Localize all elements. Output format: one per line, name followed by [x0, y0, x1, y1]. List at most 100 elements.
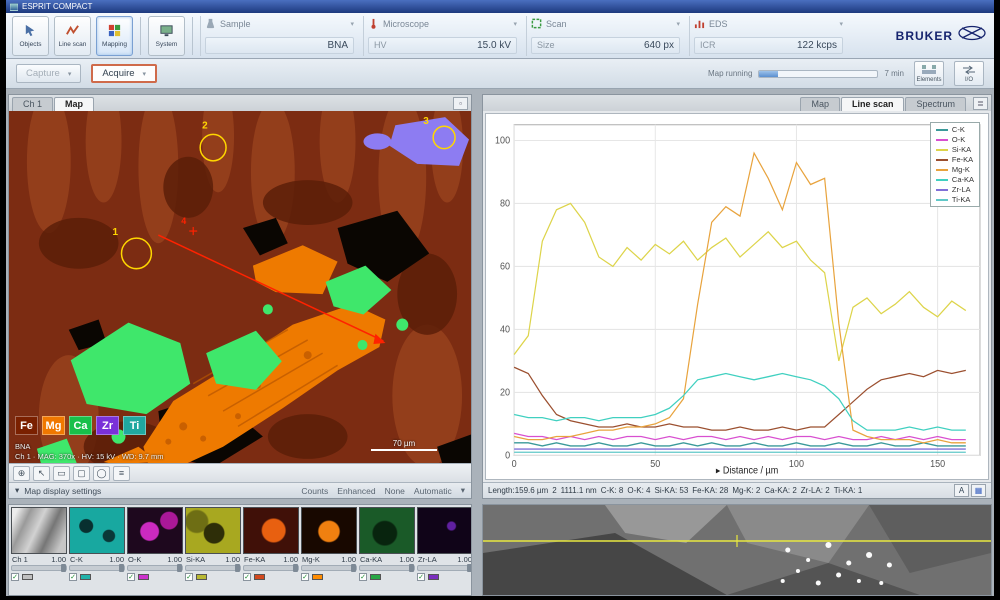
opacity-slider-mg[interactable] [301, 565, 357, 571]
svg-text:100: 100 [495, 135, 510, 145]
tab-map[interactable]: Map [54, 97, 94, 111]
visibility-checkbox-ca[interactable]: ✓ [359, 573, 367, 581]
color-swatch-mg[interactable] [312, 574, 323, 580]
color-swatch-ck[interactable] [80, 574, 91, 580]
legend-chip-ti[interactable]: Ti [123, 416, 146, 435]
tab-line-scan[interactable]: Line scan [841, 97, 905, 111]
sample-value-field[interactable]: BNA [205, 37, 354, 54]
opacity-slider-ok[interactable] [127, 565, 183, 571]
visibility-checkbox-mg[interactable]: ✓ [301, 573, 309, 581]
visibility-checkbox-ch1[interactable]: ✓ [11, 573, 19, 581]
thumbnail-mg[interactable] [301, 507, 357, 554]
legend-item[interactable]: Ca-KA [936, 175, 974, 184]
color-swatch-ca[interactable] [370, 574, 381, 580]
profile-tool-button[interactable]: ≡ [113, 466, 130, 481]
main-toolbar: Objects Line scan Mapping System [6, 13, 994, 59]
toolbar-separator [140, 17, 141, 55]
objects-button[interactable]: Objects [12, 16, 49, 56]
chart-options-button[interactable]: ≣ [973, 97, 988, 110]
map-sample-name: BNA [15, 442, 164, 451]
scan-count: 2 [552, 486, 556, 495]
element-map-image[interactable]: 2 1 3 4 [9, 111, 471, 463]
color-swatch-si[interactable] [196, 574, 207, 580]
microscope-group: Microscope ▾ HV 15.0 kV [363, 16, 521, 56]
opacity-slider-ck[interactable] [69, 565, 125, 571]
opacity-slider-si[interactable] [185, 565, 241, 571]
linescan-plot[interactable]: 050100150020406080100▸ Distance / µm [486, 114, 988, 479]
legend-item[interactable]: Mg-K [936, 165, 974, 174]
tab-map-view[interactable]: Map [800, 97, 840, 111]
hv-field[interactable]: HV 15.0 kV [368, 37, 517, 54]
legend-chip-mg[interactable]: Mg [42, 416, 65, 435]
option-automatic[interactable]: Automatic [414, 486, 452, 496]
chevron-down-icon[interactable]: ▾ [15, 485, 19, 496]
capture-button[interactable]: Capture ▾ [16, 64, 81, 83]
thumbnail-si[interactable] [185, 507, 241, 554]
legend-item[interactable]: Fe-KA [936, 155, 974, 164]
thumbnail-ca[interactable] [359, 507, 415, 554]
tab-ch1[interactable]: Ch 1 [12, 97, 53, 111]
map-panel-maximize-button[interactable]: ▫ [453, 97, 468, 110]
legend-item[interactable]: Ti-KA [936, 195, 974, 204]
io-button[interactable]: I/O [954, 61, 984, 86]
line-scan-button[interactable]: Line scan [54, 16, 91, 56]
opacity-slider-zr[interactable] [417, 565, 472, 571]
thumbnail-ch1[interactable] [11, 507, 67, 554]
opacity-slider-ch1[interactable] [11, 565, 67, 571]
legend-chip-zr[interactable]: Zr [96, 416, 119, 435]
visibility-checkbox-ck[interactable]: ✓ [69, 573, 77, 581]
legend-item[interactable]: Zr-LA [936, 185, 974, 194]
legend-item[interactable]: O-K [936, 135, 974, 144]
option-counts[interactable]: Counts [301, 486, 328, 496]
color-swatch-zr[interactable] [428, 574, 439, 580]
color-swatch-ch1[interactable] [22, 574, 33, 580]
map-view[interactable]: 2 1 3 4 Fe Mg Ca Zr Ti [9, 111, 471, 463]
ellipse-tool-button[interactable]: ◯ [93, 466, 110, 481]
thumbnail-zr[interactable] [417, 507, 472, 554]
thumbnail-ok[interactable] [127, 507, 183, 554]
eds-group: EDS ▾ ICR 122 kcps [689, 16, 847, 56]
opacity-slider-ca[interactable] [359, 565, 415, 571]
map-display-settings-bar: ▾ Map display settings Counts Enhanced N… [9, 482, 471, 498]
chevron-down-icon[interactable]: ▾ [350, 20, 354, 28]
legend-chip-ca[interactable]: Ca [69, 416, 92, 435]
scan-size-field[interactable]: Size 640 px [531, 37, 680, 54]
zoom-tool-button[interactable]: ⊕ [13, 466, 30, 481]
legend-item[interactable]: Si-KA [936, 145, 974, 154]
color-swatch-ok[interactable] [138, 574, 149, 580]
linescan-chart[interactable]: 050100150020406080100▸ Distance / µm C-K… [485, 113, 989, 480]
thumbnail-ck[interactable] [69, 507, 125, 554]
svg-text:0: 0 [505, 450, 510, 460]
rectangle-tool-button[interactable]: ▭ [53, 466, 70, 481]
pointer-tool-button[interactable]: ↖ [33, 466, 50, 481]
rounded-rect-tool-button[interactable]: ▢ [73, 466, 90, 481]
visibility-checkbox-si[interactable]: ✓ [185, 573, 193, 581]
legend-item[interactable]: C-K [936, 125, 974, 134]
opacity-slider-fe[interactable] [243, 565, 299, 571]
map-info-text: BNA Ch 1 · MAG: 370x · HV: 15 kV · WD: 9… [15, 442, 164, 461]
toolbar-separator [192, 17, 193, 55]
chevron-down-icon[interactable]: ▾ [513, 20, 517, 28]
chevron-down-icon[interactable]: ▾ [839, 20, 843, 28]
elements-button[interactable]: Elements [914, 61, 944, 86]
chart-export-button[interactable]: ▦ [971, 484, 986, 497]
sem-image-view[interactable] [482, 504, 992, 596]
visibility-checkbox-zr[interactable]: ✓ [417, 573, 425, 581]
legend-chip-fe[interactable]: Fe [15, 416, 38, 435]
icr-field[interactable]: ICR 122 kcps [694, 37, 843, 54]
system-button[interactable]: System [148, 16, 185, 56]
option-none[interactable]: None [385, 486, 405, 496]
option-enhanced[interactable]: Enhanced [337, 486, 375, 496]
map-scale-bar: 70 µm [371, 439, 437, 451]
auto-scale-button[interactable]: A [954, 484, 969, 497]
chevron-down-icon[interactable]: ▾ [461, 485, 465, 496]
thumbnail-fe[interactable] [243, 507, 299, 554]
acquire-button[interactable]: Acquire ▾ [91, 64, 157, 83]
color-swatch-fe[interactable] [254, 574, 265, 580]
visibility-checkbox-ok[interactable]: ✓ [127, 573, 135, 581]
channel-zr: Zr-LA1.00 ✓ [417, 507, 472, 593]
visibility-checkbox-fe[interactable]: ✓ [243, 573, 251, 581]
chevron-down-icon[interactable]: ▾ [676, 20, 680, 28]
mapping-button[interactable]: Mapping [96, 16, 133, 56]
tab-spectrum[interactable]: Spectrum [905, 97, 966, 111]
